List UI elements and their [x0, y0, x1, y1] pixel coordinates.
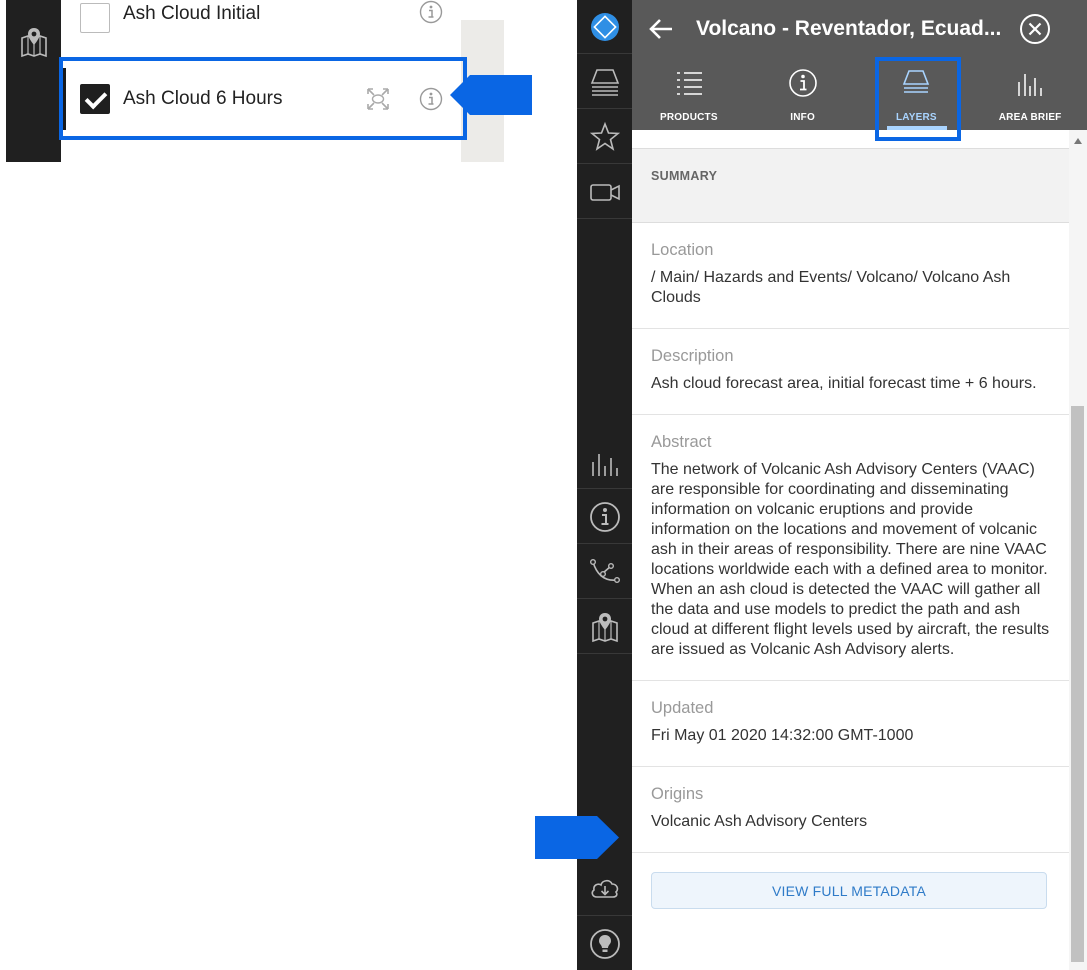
section-label: Abstract [651, 433, 712, 451]
inset-sidebar [6, 0, 61, 162]
app-window: Volcano - Reventador, Ecuad... PRODUCTS [577, 0, 1087, 970]
close-icon[interactable] [1019, 13, 1051, 45]
logo-diamond-icon [590, 12, 619, 41]
list-icon [676, 72, 702, 95]
map-icon[interactable] [18, 26, 50, 58]
section-value: The network of Volcanic Ash Advisory Cen… [651, 461, 1050, 658]
highlight-box [875, 57, 961, 141]
tab-label: AREA BRIEF [998, 112, 1062, 123]
star-icon [589, 121, 620, 151]
layer-row-ash-cloud-initial[interactable]: Ash Cloud Initial [61, 0, 461, 58]
metadata-section-origins: Origins Volcanic Ash Advisory Centers [632, 767, 1069, 853]
view-full-metadata-button[interactable]: VIEW FULL METADATA [651, 872, 1047, 909]
highlight-box [59, 57, 467, 140]
section-value: Ash cloud forecast area, initial forecas… [651, 375, 1037, 392]
metadata-scroll-area[interactable]: SUMMARY Location / Main/ Hazards and Eve… [632, 130, 1069, 970]
tab-label: INFO [790, 112, 815, 123]
section-value: Volcanic Ash Advisory Centers [651, 813, 868, 830]
rail-download-button[interactable] [577, 862, 632, 916]
map-icon [591, 612, 618, 642]
tab-area-brief[interactable]: AREA BRIEF [973, 58, 1087, 130]
rail-layers-button[interactable] [577, 55, 632, 109]
pointer-arrow-icon [450, 75, 532, 115]
tab-info[interactable]: INFO [746, 58, 860, 130]
scroll-up-arrow-icon[interactable] [1074, 138, 1082, 144]
metadata-section-location: Location / Main/ Hazards and Events/ Vol… [632, 223, 1069, 329]
panel-header: Volcano - Reventador, Ecuad... [632, 0, 1087, 58]
section-label: Description [651, 347, 734, 365]
info-icon[interactable] [419, 0, 443, 24]
section-value: Fri May 01 2020 14:32:00 GMT-1000 [651, 727, 914, 744]
video-icon [589, 183, 620, 201]
section-label: Updated [651, 699, 714, 717]
layer-checkbox[interactable] [80, 2, 110, 33]
rail-tips-button[interactable] [577, 917, 632, 970]
button-container: VIEW FULL METADATA [632, 853, 1069, 928]
page-title: Volcano - Reventador, Ecuad... [696, 17, 1001, 40]
arrow-left-icon[interactable] [648, 16, 674, 42]
rail-favorites-button[interactable] [577, 110, 632, 164]
lightbulb-icon [589, 929, 620, 959]
rail-map-button[interactable] [577, 600, 632, 654]
section-value: / Main/ Hazards and Events/ Volcano/ Vol… [651, 269, 1011, 306]
summary-heading: SUMMARY [632, 148, 1069, 223]
bar-chart-icon [1018, 74, 1042, 96]
layers-icon [590, 68, 619, 96]
pointer-arrow-icon [535, 816, 619, 859]
cloud-download-icon [591, 879, 618, 898]
panel-tabs: PRODUCTS INFO LAYERS AREA BRIEF [632, 58, 1087, 130]
info-icon [788, 69, 817, 97]
rail-home-button[interactable] [577, 0, 632, 54]
scrollbar-thumb[interactable] [1071, 406, 1084, 962]
rail-video-button[interactable] [577, 165, 632, 219]
layer-label: Ash Cloud Initial [123, 2, 261, 24]
metadata-section-updated: Updated Fri May 01 2020 14:32:00 GMT-100… [632, 681, 1069, 767]
metadata-section-abstract: Abstract The network of Volcanic Ash Adv… [632, 415, 1069, 681]
tab-label: PRODUCTS [660, 112, 718, 123]
info-icon [589, 501, 620, 532]
details-panel: Volcano - Reventador, Ecuad... PRODUCTS [632, 0, 1087, 970]
section-label: Origins [651, 785, 704, 803]
bar-chart-icon [591, 453, 618, 476]
rail-area-brief-button[interactable] [577, 435, 632, 489]
tab-products[interactable]: PRODUCTS [632, 58, 746, 130]
vertical-scrollbar[interactable] [1069, 130, 1087, 970]
path-tool-icon [589, 558, 620, 583]
rail-draw-button[interactable] [577, 545, 632, 599]
rail-info-button[interactable] [577, 490, 632, 544]
section-label: Location [651, 241, 714, 259]
metadata-section-description: Description Ash cloud forecast area, ini… [632, 329, 1069, 415]
